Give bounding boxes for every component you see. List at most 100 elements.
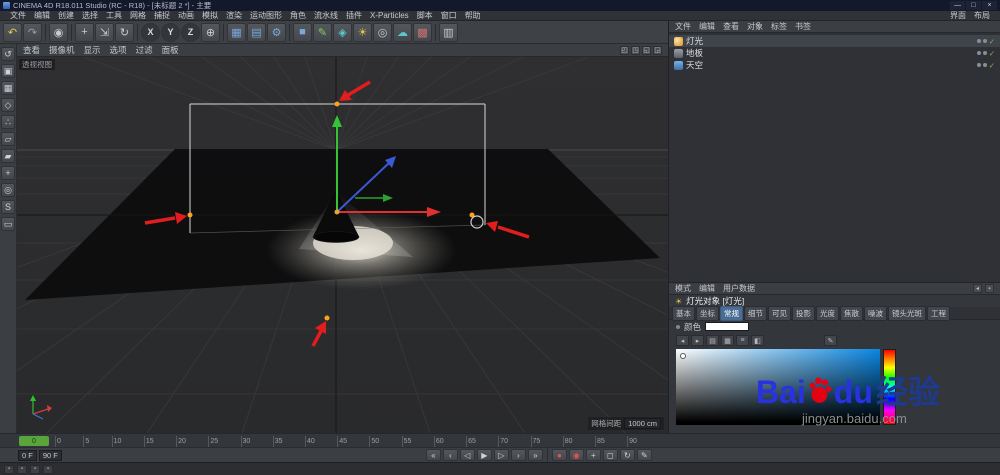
object-row-floor[interactable]: 地板 ✓ (669, 47, 1000, 59)
menu-create[interactable]: 创建 (54, 10, 78, 21)
add-cube-button[interactable]: ■ (293, 23, 312, 42)
tab-general[interactable]: 常规 (720, 306, 743, 321)
pane-layout-icon[interactable]: ◱ (642, 46, 651, 55)
om-menu-edit[interactable]: 编辑 (699, 21, 715, 32)
menu-plugins[interactable]: 插件 (342, 10, 366, 21)
goto-end-button[interactable]: » (528, 449, 543, 461)
menu-snap[interactable]: 捕捉 (150, 10, 174, 21)
polygons-mode-button[interactable]: ▰ (1, 149, 15, 163)
tab-visibility[interactable]: 可见 (768, 306, 791, 321)
tab-details[interactable]: 细节 (744, 306, 767, 321)
workplane-mode-button[interactable]: ◇ (1, 98, 15, 112)
object-name[interactable]: 天空 (686, 59, 703, 71)
tab-lens-flare[interactable]: 镜头光斑 (888, 306, 926, 321)
menu-render[interactable]: 渲染 (222, 10, 246, 21)
menu-mesh[interactable]: 网格 (126, 10, 150, 21)
tab-coordinates[interactable]: 坐标 (696, 306, 719, 321)
menu-edit[interactable]: 编辑 (30, 10, 54, 21)
scene-svg[interactable] (17, 57, 668, 433)
rotate-button[interactable]: ↻ (115, 23, 134, 42)
timeline-playhead[interactable]: 0 (19, 436, 49, 446)
record-keyframe-button[interactable]: ● (552, 449, 567, 461)
tab-photometric[interactable]: 光度 (816, 306, 839, 321)
render-picture-viewer-button[interactable]: ▤ (247, 23, 266, 42)
tab-noise[interactable]: 噪波 (864, 306, 887, 321)
record-scale-button[interactable]: ◻ (603, 449, 618, 461)
layer-icon[interactable]: ▪ (17, 465, 27, 474)
om-menu-objects[interactable]: 对象 (747, 21, 763, 32)
coordinate-system-button[interactable]: ⊕ (201, 23, 220, 42)
om-menu-file[interactable]: 文件 (675, 21, 691, 32)
move-button[interactable]: + (75, 23, 94, 42)
left-handle-dot[interactable] (188, 213, 193, 218)
menu-character[interactable]: 角色 (286, 10, 310, 21)
editor-visibility-dot[interactable] (977, 39, 981, 43)
menu-layout[interactable]: 布局 (970, 10, 994, 21)
menu-animate[interactable]: 动画 (174, 10, 198, 21)
spectrum-icon[interactable]: ▦ (721, 335, 734, 346)
workplane-lock-button[interactable]: ▭ (1, 217, 15, 231)
om-menu-view[interactable]: 查看 (723, 21, 739, 32)
menu-xparticles[interactable]: X-Particles (366, 11, 413, 20)
swatches-icon[interactable]: ▤ (706, 335, 719, 346)
pane-layout-icon[interactable]: ◰ (620, 46, 629, 55)
close-button[interactable]: × (982, 1, 997, 10)
color-picker-marker[interactable] (680, 353, 686, 359)
goto-start-button[interactable]: « (426, 449, 441, 461)
next-frame-button[interactable]: ▷ (494, 449, 509, 461)
floor-object-icon[interactable] (674, 49, 683, 58)
lock-icon[interactable]: ▪ (30, 465, 40, 474)
menu-tools[interactable]: 工具 (102, 10, 126, 21)
vp-menu-display[interactable]: 显示 (84, 44, 101, 56)
menu-mograph[interactable]: 运动图形 (246, 10, 286, 21)
vp-menu-options[interactable]: 选项 (110, 44, 127, 56)
lock-z-button[interactable]: Z (181, 23, 200, 42)
menu-help[interactable]: 帮助 (461, 10, 485, 21)
texture-mode-button[interactable]: ▦ (1, 81, 15, 95)
menu-pipeline[interactable]: 流水线 (310, 10, 342, 21)
eyedropper-icon[interactable]: ✎ (824, 335, 837, 346)
frame-end-field[interactable]: 90 F (39, 450, 62, 461)
record-position-button[interactable]: + (586, 449, 601, 461)
wheel-mode-icon[interactable]: ◧ (751, 335, 764, 346)
lock-y-button[interactable]: Y (161, 23, 180, 42)
timeline-ruler[interactable]: 0 0 5 10 15 20 25 30 35 40 45 50 55 60 6… (0, 433, 1000, 447)
render-visibility-dot[interactable] (983, 39, 987, 43)
add-light-button[interactable]: ☀ (353, 23, 372, 42)
color-swatch[interactable] (705, 322, 749, 331)
enabled-check-icon[interactable]: ✓ (989, 49, 995, 58)
viewport-solo-button[interactable]: ◎ (1, 183, 15, 197)
object-row-sky[interactable]: 天空 ✓ (669, 59, 1000, 71)
render-visibility-dot[interactable] (983, 63, 987, 67)
record-rotation-button[interactable]: ↻ (620, 449, 635, 461)
menu-select[interactable]: 选择 (78, 10, 102, 21)
render-visibility-dot[interactable] (983, 51, 987, 55)
am-menu-userdata[interactable]: 用户数据 (723, 283, 755, 294)
tab-caustics[interactable]: 焦散 (840, 306, 863, 321)
am-menu-mode[interactable]: 模式 (675, 283, 691, 294)
lock-icon[interactable]: ▪ (985, 284, 994, 293)
undo-button[interactable]: ↶ (3, 23, 22, 42)
prev-frame-button[interactable]: ◁ (460, 449, 475, 461)
tab-basic[interactable]: 基本 (672, 306, 695, 321)
maximize-button[interactable]: □ (966, 1, 981, 10)
menu-interface[interactable]: 界面 (946, 10, 970, 21)
autokey-button[interactable]: ◉ (569, 449, 584, 461)
model-mode-button[interactable]: ▣ (1, 64, 15, 78)
convert-button[interactable]: ↺ (1, 47, 15, 61)
vp-menu-panel[interactable]: 面板 (162, 44, 179, 56)
am-menu-edit[interactable]: 编辑 (699, 283, 715, 294)
object-name[interactable]: 灯光 (686, 35, 703, 47)
enabled-check-icon[interactable]: ✓ (989, 61, 995, 70)
object-row-light[interactable]: 灯光 ✓ (669, 35, 1000, 47)
vp-menu-camera[interactable]: 摄像机 (49, 44, 75, 56)
grid-icon[interactable]: ▪ (43, 465, 53, 474)
om-menu-tags[interactable]: 标签 (771, 21, 787, 32)
tab-shadow[interactable]: 投影 (792, 306, 815, 321)
menu-window[interactable]: 窗口 (437, 10, 461, 21)
falloff-handle-dot[interactable] (325, 316, 330, 321)
lock-x-button[interactable]: X (141, 23, 160, 42)
render-view-button[interactable]: ▦ (227, 23, 246, 42)
vp-menu-filter[interactable]: 过滤 (136, 44, 153, 56)
enable-axis-button[interactable]: + (1, 166, 15, 180)
